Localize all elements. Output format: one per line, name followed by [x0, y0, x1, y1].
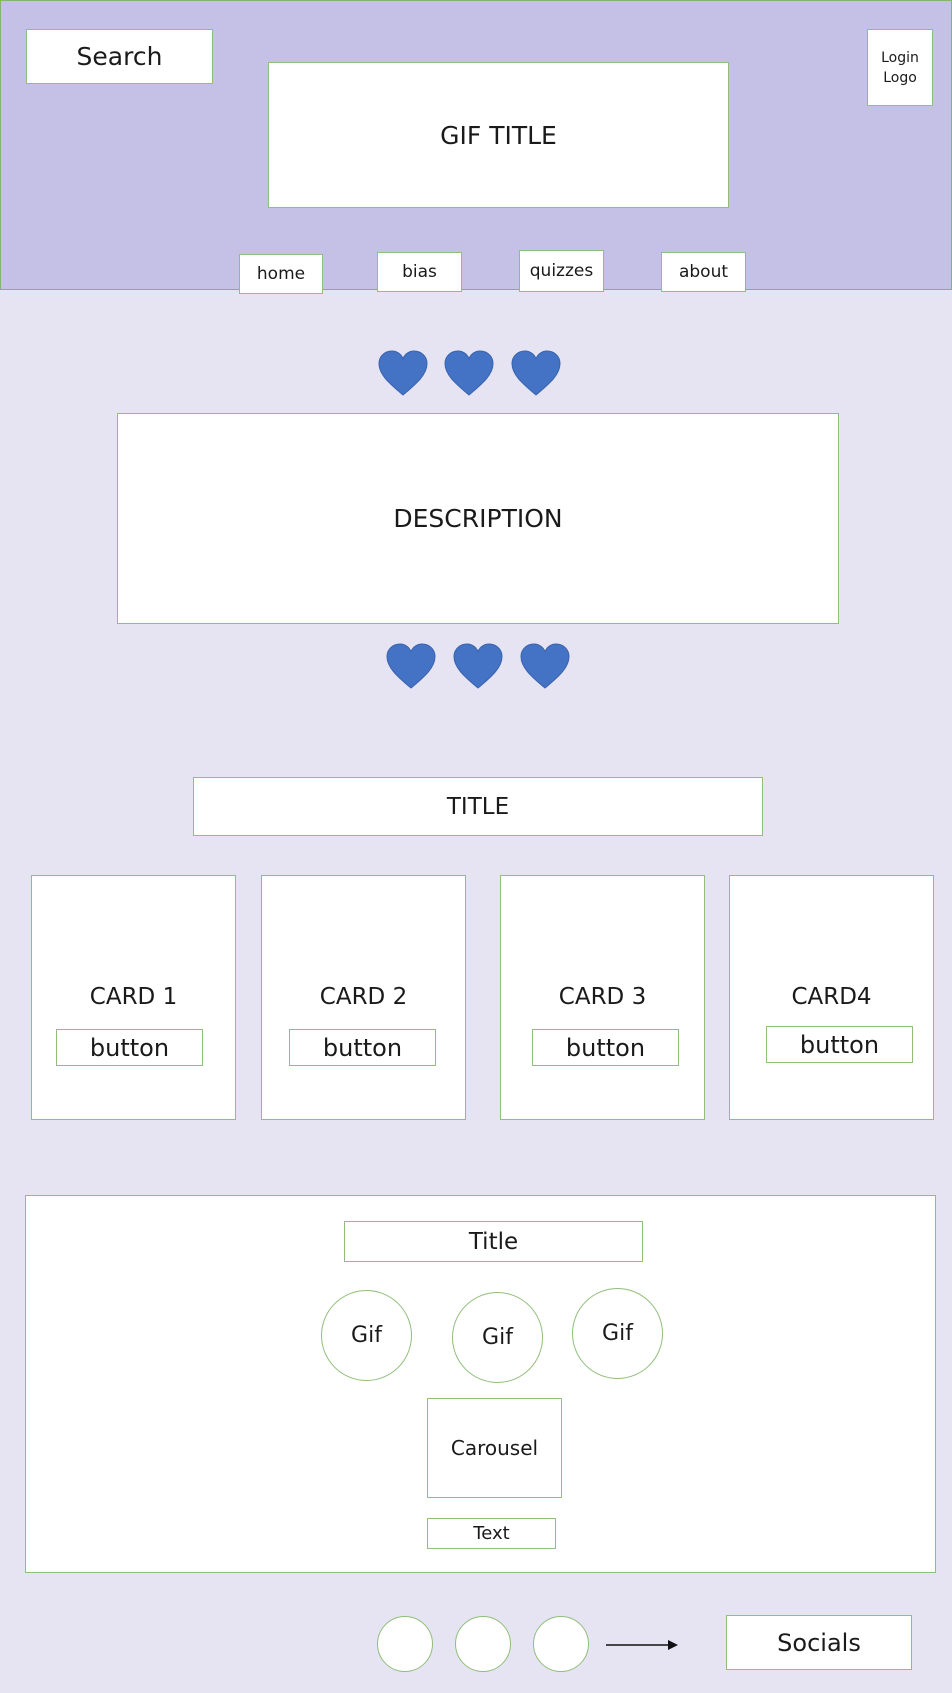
text-box: Text — [427, 1518, 556, 1549]
login-logo-button[interactable]: Login Logo — [867, 29, 933, 106]
social-circle-3[interactable] — [533, 1616, 589, 1672]
card-1-button-label: button — [89, 1033, 170, 1062]
gif-circle-3-label: Gif — [602, 1321, 633, 1346]
carousel-box[interactable]: Carousel — [427, 1398, 562, 1498]
socials-label: Socials — [777, 1628, 861, 1657]
text-box-label: Text — [473, 1523, 510, 1544]
nav-tab-quizzes[interactable]: quizzes — [519, 250, 604, 292]
card-3-label: CARD 3 — [558, 984, 647, 1010]
card-2-label: CARD 2 — [319, 984, 408, 1010]
card-2-button[interactable]: button — [289, 1029, 436, 1066]
arrow-right-icon — [606, 1640, 678, 1650]
section-title-text: TITLE — [446, 793, 510, 820]
heart-icon — [511, 350, 561, 396]
gif-title-text: GIF TITLE — [440, 120, 557, 150]
nav-tab-bias-label: bias — [402, 262, 437, 282]
heart-icon — [453, 643, 503, 689]
gif-title-box: GIF TITLE — [268, 62, 729, 208]
gif-circle-2[interactable]: Gif — [452, 1292, 543, 1383]
description-box: DESCRIPTION — [117, 413, 839, 624]
gif-section-title-text: Title — [468, 1228, 519, 1255]
login-logo-line1: Login — [881, 49, 919, 66]
social-circle-1[interactable] — [377, 1616, 433, 1672]
card-1: CARD 1 button — [31, 875, 236, 1120]
card-4-button-label: button — [799, 1030, 880, 1059]
nav-tab-quizzes-label: quizzes — [529, 261, 594, 281]
gif-circle-3[interactable]: Gif — [572, 1288, 663, 1379]
card-2-button-label: button — [322, 1033, 403, 1062]
search-box[interactable]: Search — [26, 29, 213, 84]
nav-tab-home-label: home — [256, 264, 306, 284]
header-bar: Search GIF TITLE Login Logo home bias qu… — [0, 0, 952, 294]
nav-tab-home[interactable]: home — [239, 254, 323, 294]
nav-tab-about-label: about — [678, 262, 729, 282]
card-3: CARD 3 button — [500, 875, 705, 1120]
card-3-button-label: button — [565, 1033, 646, 1062]
carousel-label: Carousel — [450, 1436, 539, 1460]
gif-circle-1-label: Gif — [351, 1323, 382, 1348]
heart-icon — [444, 350, 494, 396]
socials-box[interactable]: Socials — [726, 1615, 912, 1670]
gif-circle-2-label: Gif — [482, 1325, 513, 1350]
card-1-label: CARD 1 — [89, 984, 178, 1010]
heart-icon — [520, 643, 570, 689]
card-4-button[interactable]: button — [766, 1026, 913, 1063]
card-4-label: CARD4 — [791, 984, 872, 1010]
login-logo-line2: Logo — [883, 69, 917, 86]
card-1-button[interactable]: button — [56, 1029, 203, 1066]
gif-section: Title Gif Gif Gif Carousel Text — [25, 1195, 936, 1573]
search-label: Search — [76, 42, 163, 71]
card-3-button[interactable]: button — [532, 1029, 679, 1066]
card-2: CARD 2 button — [261, 875, 466, 1120]
gif-section-title-box: Title — [344, 1221, 643, 1262]
card-4: CARD4 button — [729, 875, 934, 1120]
gif-circle-1[interactable]: Gif — [321, 1290, 412, 1381]
heart-icon — [378, 350, 428, 396]
description-text: DESCRIPTION — [393, 504, 563, 533]
social-circle-2[interactable] — [455, 1616, 511, 1672]
heart-icon — [386, 643, 436, 689]
nav-tab-about[interactable]: about — [661, 252, 746, 292]
nav-tab-bias[interactable]: bias — [377, 252, 462, 292]
section-title-box: TITLE — [193, 777, 763, 836]
